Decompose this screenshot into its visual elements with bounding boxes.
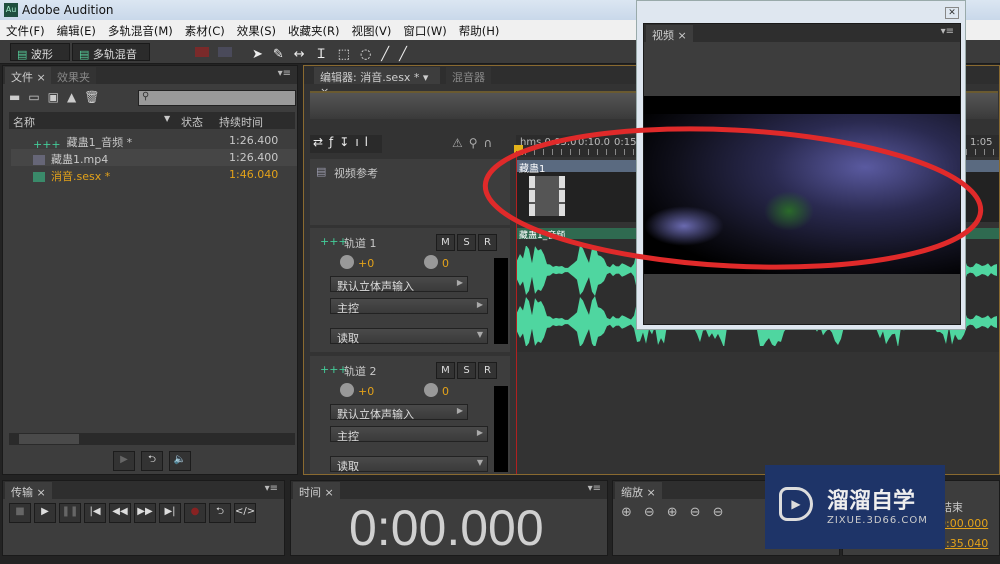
multitrack-button[interactable]: ▤ 多轨混音 — [72, 43, 150, 61]
file-item[interactable]: 藏蛊1.mp4 1:26.400 — [11, 149, 297, 166]
column-duration[interactable]: 持续时间 — [219, 114, 263, 130]
input-select[interactable]: 默认立体声输入 ▶ — [330, 404, 468, 421]
track-2-header: +++ 轨道 2 MSR +0 0 默认立体声输入 ▶ 主控 ▶ 读取 ▼ — [310, 356, 510, 474]
play-logo-icon: ▶ — [779, 487, 813, 521]
loop-button[interactable]: ⮌ — [209, 503, 231, 523]
column-status[interactable]: 状态 — [181, 114, 203, 130]
app-logo: Au — [4, 3, 18, 17]
video-preview — [644, 96, 960, 274]
level-meter — [494, 258, 508, 344]
output-select[interactable]: 主控 ▶ — [330, 426, 488, 443]
tab-favorites[interactable]: 效果夹 — [51, 67, 96, 84]
horizontal-scrollbar[interactable] — [9, 433, 295, 445]
menu-multitrack[interactable]: 多轨混音(M) — [108, 23, 173, 40]
menu-effects[interactable]: 效果(S) — [237, 23, 276, 40]
pause-button[interactable]: ❚❚ — [59, 503, 81, 523]
record-button[interactable]: ● — [184, 503, 206, 523]
go-to-end-button[interactable]: ▶| — [159, 503, 181, 523]
tab-editor[interactable]: 编辑器: 消音.sesx * ▾ × — [314, 67, 440, 98]
menu-clip[interactable]: 素材(C) — [185, 23, 225, 40]
time-panel: 时间 × ▾≡ 0:00.000 — [290, 480, 608, 556]
pitch-display-icon[interactable] — [218, 47, 232, 57]
file-list-header: 名称 ▼ 状态 持续时间 — [9, 112, 295, 129]
stop-button[interactable]: ■ — [9, 503, 31, 523]
transport-controls: ■ ▶ ❚❚ |◀ ◀◀ ▶▶ ▶| ● ⮌ </> — [9, 503, 256, 523]
go-to-start-button[interactable]: |◀ — [84, 503, 106, 523]
input-select[interactable]: 默认立体声输入 ▶ — [330, 276, 468, 293]
menu-favorites[interactable]: 收藏夹(R) — [288, 23, 339, 40]
tab-mixer[interactable]: 混音器 — [446, 67, 491, 84]
film-icon: ▤ — [316, 165, 327, 178]
file-item[interactable]: +++ 藏蛊1_音频 * 1:26.400 — [11, 132, 297, 151]
playhead-line — [516, 151, 517, 474]
film-icon — [529, 176, 565, 216]
volume-knob[interactable] — [340, 383, 354, 397]
menu-edit[interactable]: 编辑(E) — [57, 23, 96, 40]
time-display: 0:00.000 — [349, 500, 544, 556]
automation-mode-select[interactable]: 读取 ▼ — [330, 456, 488, 473]
track-1-header: +++ 轨道 1 MSR +0 0 默认立体声输入 ▶ 主控 ▶ 读取 ▼ — [310, 228, 510, 352]
waveform-button[interactable]: ▤ 波形 — [10, 43, 70, 61]
search-input[interactable]: ⚲ — [138, 90, 296, 106]
video-track-header: ▤ 视频参考 — [310, 159, 510, 225]
video-window: ✕ 视频 × ▾≡ — [636, 0, 966, 330]
menu-file[interactable]: 文件(F) — [6, 23, 45, 40]
menu-window[interactable]: 窗口(W) — [403, 23, 446, 40]
multitrack-icon — [33, 172, 45, 182]
tab-zoom[interactable]: 缩放 × — [615, 482, 662, 499]
mute-button[interactable]: M — [436, 362, 455, 379]
solo-button[interactable]: S — [457, 362, 476, 379]
tab-transport[interactable]: 传输 × — [5, 482, 52, 499]
film-icon — [33, 155, 45, 165]
skip-selection-button[interactable]: </> — [234, 503, 256, 523]
rewind-button[interactable]: ◀◀ — [109, 503, 131, 523]
close-icon[interactable]: ✕ — [945, 7, 959, 19]
spectral-display-icon[interactable] — [195, 47, 209, 57]
app-title: Adobe Audition — [22, 3, 114, 17]
volume-knob[interactable] — [340, 255, 354, 269]
watermark: ▶ 溜溜自学 ZIXUE.3D66.COM — [765, 465, 945, 549]
zoom-icons[interactable]: ⊕⊖⊕⊖⊖ — [621, 505, 735, 520]
output-select[interactable]: 主控 ▶ — [330, 298, 488, 315]
play-button[interactable]: ▶ — [34, 503, 56, 523]
tab-video[interactable]: 视频 × — [646, 25, 693, 42]
panel-menu-icon[interactable]: ▾≡ — [278, 68, 291, 79]
record-arm-button[interactable]: R — [478, 362, 497, 379]
pan-knob[interactable] — [424, 383, 438, 397]
solo-button[interactable]: S — [457, 234, 476, 251]
pan-knob[interactable] — [424, 255, 438, 269]
automation-mode-select[interactable]: 读取 ▼ — [330, 328, 488, 345]
files-panel: 文件 × 效果夹 ▾≡ ▬▭▣▲🗑 ⚲ 名称 ▼ 状态 持续时间 +++ 藏蛊1_音频… — [2, 65, 298, 475]
file-item[interactable]: 消音.sesx * 1:46.040 — [11, 166, 297, 183]
autoplay-icon[interactable]: 🔈 — [169, 451, 191, 471]
fast-forward-button[interactable]: ▶▶ — [134, 503, 156, 523]
panel-menu-icon[interactable]: ▾≡ — [941, 26, 954, 37]
level-meter — [494, 386, 508, 472]
column-name[interactable]: 名称 — [13, 114, 35, 130]
tab-files[interactable]: 文件 × — [5, 67, 52, 84]
audio-wave-icon: +++ — [33, 138, 61, 151]
transport-panel: 传输 × ▾≡ ■ ▶ ❚❚ |◀ ◀◀ ▶▶ ▶| ● ⮌ </> — [2, 480, 285, 556]
record-arm-button[interactable]: R — [478, 234, 497, 251]
play-file-button[interactable]: ▶ — [113, 451, 135, 471]
tool-icons[interactable]: ➤✎↔Ｉ⬚◌╱╱ — [252, 43, 417, 62]
multitrack-icon: ▤ — [79, 48, 93, 61]
track-view-icons[interactable]: ⇄ƒ↧ıl — [310, 135, 382, 153]
mute-button[interactable]: M — [436, 234, 455, 251]
loop-icon[interactable]: ⮌ — [141, 451, 163, 471]
file-toolbar-icons[interactable]: ▬▭▣▲🗑 — [9, 90, 107, 104]
tab-time[interactable]: 时间 × — [293, 482, 340, 499]
menu-view[interactable]: 视图(V) — [352, 23, 392, 40]
metronome-snap-icons[interactable]: ⚠⚲∩ — [452, 136, 498, 150]
menu-help[interactable]: 帮助(H) — [459, 23, 500, 40]
waveform-icon: ▤ — [17, 48, 31, 61]
